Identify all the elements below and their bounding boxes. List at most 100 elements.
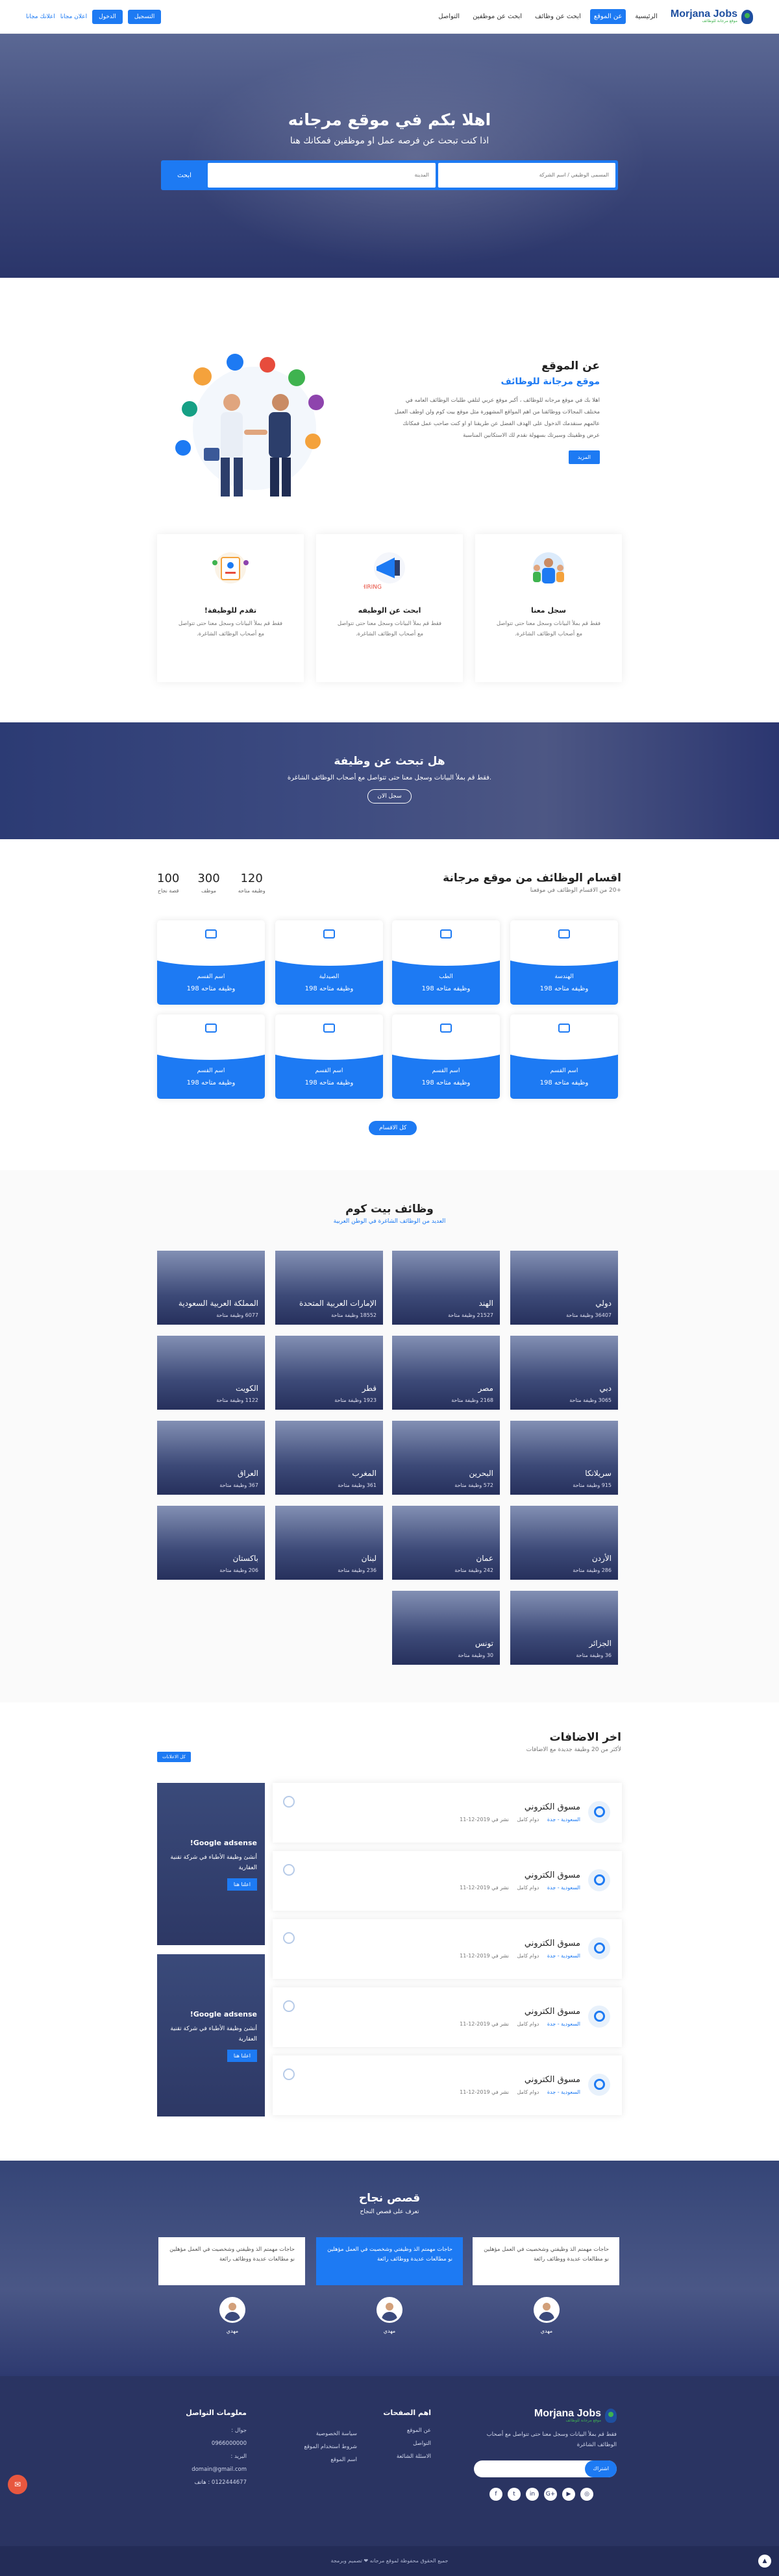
job-meta: السعودية - جدة دوام كامل نشر في 2019-12-… [460,1953,580,1959]
city-select[interactable]: المدينة [208,163,436,188]
job-listing[interactable]: مسوق الكتروني السعودية - جدة دوام كامل نش… [273,1987,622,2047]
country-count: 367 وظيفة متاحة [219,1482,258,1488]
country-card[interactable]: الإمارات العربية المتحدة 18552 وظيفة متاح… [275,1251,383,1325]
footer-link[interactable]: عن الموقع [383,2427,431,2434]
country-name: لبنان [361,1554,377,1563]
job-title-input[interactable]: المسمى الوظيفي / اسم الشركة [438,163,615,188]
country-card[interactable]: مصر 2168 وظيفة متاحة [392,1336,500,1410]
country-card[interactable]: الهند 21527 وظيفة متاحة [392,1251,500,1325]
country-card[interactable]: دبي 3065 وظيفة متاحة [510,1336,618,1410]
nav-home[interactable]: الرئيسية [631,9,661,24]
country-card[interactable]: دولي 36407 وظيفة متاحة [510,1251,618,1325]
about-subtitle: موقع مرجانة للوظائف [501,376,600,387]
category-card[interactable]: اسم القسم 198 وظيفه متاحه [392,1014,500,1099]
job-title: مسوق الكتروني [524,2007,580,2017]
bookmark-icon[interactable] [283,1796,295,1808]
testimonial-card: حاجات مهمتم الذ وظيفتي وشخصيت في العمل م… [316,2237,463,2285]
register-button[interactable]: التسجيل [127,9,162,24]
bookmark-icon[interactable] [283,2000,295,2012]
feature-text: فقط قم بملأ البيانات وسجل معنا حتى تتواص… [178,620,283,637]
country-card[interactable]: باكستان 206 وظيفة متاحة [157,1506,265,1580]
login-button[interactable]: الدخول [92,9,123,24]
post-free-link[interactable]: اعلان مجانا [60,14,87,20]
country-name: البحرين [469,1469,493,1478]
hero-title: اهلا بكم في موقع مرجانه [288,110,491,129]
footer-link[interactable]: الاسئلة الشائعة [383,2453,431,2460]
country-card[interactable]: لبنان 236 وظيفة متاحة [275,1506,383,1580]
footer-link[interactable]: التواصل [383,2440,431,2447]
social-links: f t in G+ ▶ ◎ [489,2488,593,2501]
all-categories-button[interactable]: كل الاقسام [369,1121,417,1135]
avatar [219,2297,245,2323]
ad-banner[interactable]: Google adsense! أنشئ وظيفة الأطباء في شرك… [157,1783,265,1945]
newsletter-email-input[interactable] [474,2460,585,2477]
footer-about: Morjana Jobs موقع مرجانة للوظائف فقط قم ب… [467,2408,617,2450]
job-apply-icon [212,552,249,583]
category-card[interactable]: الصيدلية 198 وظيفه متاحه [275,920,383,1005]
category-card[interactable]: اسم القسم 198 وظيفه متاحه [275,1014,383,1099]
hero-subtitle: اذا كنت تبحث عن فرصه عمل او موظفين فمكان… [290,136,489,146]
monitor-icon [205,929,217,938]
site-logo[interactable]: Morjana Jobs موقع مرجانة للوظائف [671,9,753,24]
linkedin-icon[interactable]: in [526,2488,539,2501]
country-card[interactable]: المغرب 361 وظيفة متاحة [275,1421,383,1495]
nav-find-employees[interactable]: ابحث عن موظفين [469,9,526,24]
countries-section: وظائف بيت كوم العديد من الوظائف الشاغرة … [0,1170,779,1702]
job-listing[interactable]: مسوق الكتروني السعودية - جدة دوام كامل نش… [273,1919,622,1979]
country-card[interactable]: البحرين 572 وظيفة متاحة [392,1421,500,1495]
category-card[interactable]: اسم القسم 198 وظيفه متاحه [510,1014,618,1099]
nav-contact[interactable]: التواصل [434,9,464,24]
country-card[interactable]: العراق 367 وظيفة متاحة [157,1421,265,1495]
country-card[interactable]: عمان 242 وظيفة متاحة [392,1506,500,1580]
country-card[interactable]: الأردن 286 وظيفة متاحة [510,1506,618,1580]
category-card[interactable]: الطب 198 وظيفه متاحه [392,920,500,1005]
search-button[interactable]: ابحث [164,163,205,188]
ad-banner[interactable]: Google adsense! أنشئ وظيفة الأطباء في شرك… [157,1954,265,2116]
search-job-icon [588,1869,610,1891]
success-stories-section: قصص نجاح تعرف على قصص النجاح حاجات مهمتم… [0,2161,779,2376]
nav-about[interactable]: عن الموقع [589,9,626,24]
footer-pages-2: سياسة الخصوصية شروط استخدام الموقع اسم الم… [304,2431,357,2470]
job-listing[interactable]: مسوق الكتروني السعودية - جدة دوام كامل نش… [273,2055,622,2115]
twitter-icon[interactable]: t [508,2488,521,2501]
categories-subtitle: +20 من الاقسام الوظائف في موقعنا [530,887,621,894]
advertise-button[interactable]: اعلنا هنا [227,2050,257,2062]
footer-pages: اهم الصفحات عن الموقع التواصل الاسئلة الشا… [383,2409,431,2460]
scroll-top-icon[interactable]: ▲ [758,2555,771,2568]
job-listing[interactable]: مسوق الكتروني السعودية - جدة دوام كامل نش… [273,1783,622,1843]
logo-icon [741,9,753,24]
all-ads-button[interactable]: كل الاعلانات [157,1752,191,1762]
country-card[interactable]: المملكة العربية السعودية 6077 وظيفة متاحة [157,1251,265,1325]
country-card[interactable]: الجزائر 36 وظيفة متاحة [510,1591,618,1665]
free-ad-link[interactable]: اعلانك مجانا [26,14,55,20]
country-name: دبي [599,1384,612,1393]
country-card[interactable]: قطر 1923 وظيفة متاحة [275,1336,383,1410]
country-card[interactable]: الكويت 1122 وظيفة متاحة [157,1336,265,1410]
stat-jobs: 120 وظيفه متاحه [238,872,266,894]
nav-find-jobs[interactable]: ابحث عن وظائف [531,9,585,24]
footer-link[interactable]: سياسة الخصوصية [304,2431,357,2437]
country-card[interactable]: تونس 30 وظيفة متاحة [392,1591,500,1665]
advertise-button[interactable]: اعلنا هنا [227,1878,257,1891]
category-card[interactable]: اسم القسم 198 وظيفه متاحه [157,920,265,1005]
chat-fab-icon[interactable]: ✉ [8,2475,27,2494]
google-plus-icon[interactable]: G+ [544,2488,557,2501]
bookmark-icon[interactable] [283,1864,295,1876]
category-card[interactable]: الهندسة 198 وظيفه متاحه [510,920,618,1005]
country-card[interactable]: سريلانكا 915 وظيفة متاحة [510,1421,618,1495]
instagram-icon[interactable]: ◎ [580,2488,593,2501]
bookmark-icon[interactable] [283,2068,295,2080]
footer-link[interactable]: اسم الموقع [304,2457,357,2463]
facebook-icon[interactable]: f [489,2488,502,2501]
bookmark-icon[interactable] [283,1932,295,1944]
about-more-button[interactable]: المزيد [568,450,600,464]
category-card[interactable]: اسم القسم 198 وظيفه متاحه [157,1014,265,1099]
svg-text:HIRING: HIRING [364,584,382,591]
youtube-icon[interactable]: ▶ [562,2488,575,2501]
country-name: عمان [476,1554,493,1563]
search-job-icon [588,2006,610,2028]
register-now-button[interactable]: سجل الان [367,789,412,803]
job-listing[interactable]: مسوق الكتروني السعودية - جدة دوام كامل نش… [273,1851,622,1911]
footer-link[interactable]: شروط استخدام الموقع [304,2444,357,2450]
subscribe-button[interactable]: اشتراك [585,2460,617,2477]
